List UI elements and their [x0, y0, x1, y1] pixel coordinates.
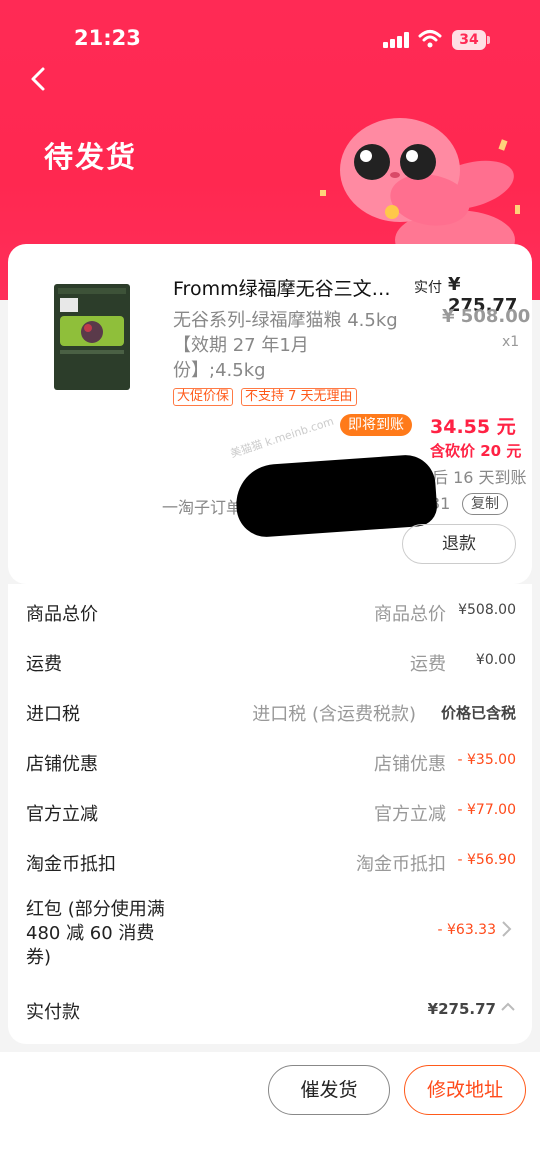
refund-button[interactable]: 退款 — [402, 524, 516, 564]
order-number-label: 一淘子订单 — [162, 498, 243, 517]
red-packet-label: 红包 (部分使用满 480 减 60 消费券) — [26, 899, 165, 968]
fee-value: ¥0.00 — [475, 652, 516, 668]
cut-price: 含砍价 20 元 — [430, 442, 522, 460]
total-value: ¥275.77 — [427, 1000, 496, 1018]
wifi-icon — [418, 30, 442, 48]
original-price: ¥ 508.00 — [442, 306, 531, 327]
mascot-illustration — [320, 118, 520, 260]
fee-desc: 商品总价 — [374, 604, 446, 625]
chevron-right-icon[interactable] — [500, 920, 512, 938]
chevron-up-icon[interactable] — [500, 1002, 516, 1012]
page-title: 待发货 — [44, 140, 138, 174]
product-image[interactable] — [52, 282, 132, 392]
fee-value: ¥508.00 — [458, 602, 516, 618]
tag-price-protect: 大促价保 — [173, 388, 234, 406]
total-label: 实付款 — [26, 1002, 80, 1023]
tag-no-return: 不支持 7 天无理由 — [241, 388, 357, 406]
fee-desc: 店铺优惠 — [374, 754, 446, 775]
product-spec: 无谷系列-绿福摩猫粮 4.5kg【效期 27 年1月份】;4.5kg — [173, 310, 398, 381]
fee-desc: 运费 — [410, 654, 446, 675]
fees-card: 商品总价 商品总价 ¥508.00 运费 运费 ¥0.00 进口税 进口税 (含… — [8, 584, 532, 1044]
redaction-block — [233, 453, 439, 539]
arrival-days: 后 16 天到账 — [432, 468, 527, 487]
fee-value: - ¥77.00 — [457, 802, 517, 818]
battery-icon: 34 — [452, 30, 486, 50]
fee-row-goods-total: 商品总价 商品总价 ¥508.00 — [26, 598, 516, 628]
fee-label: 商品总价 — [26, 604, 98, 625]
arrival-badge: 即将到账 — [340, 414, 412, 436]
fee-label: 店铺优惠 — [26, 754, 98, 775]
bottom-action-bar: 催发货 修改地址 — [0, 1052, 540, 1173]
fee-desc: 进口税 (含运费税款) — [252, 704, 416, 725]
fee-desc: 淘金币抵扣 — [356, 854, 446, 875]
fee-value: 价格已含税 — [440, 704, 516, 722]
fee-label: 淘金币抵扣 — [26, 854, 116, 875]
arrival-amount: 34.55 元 — [430, 416, 516, 438]
fee-desc: 官方立减 — [374, 804, 446, 825]
change-address-button[interactable]: 修改地址 — [404, 1065, 526, 1115]
fee-label: 运费 — [26, 654, 62, 675]
watermark: 美猫猫 k.meinb.com — [228, 414, 336, 461]
fee-row-shipping: 运费 运费 ¥0.00 — [26, 648, 516, 678]
back-arrow-icon[interactable] — [26, 66, 52, 92]
urge-shipment-button[interactable]: 催发货 — [268, 1065, 390, 1115]
fee-row-coin-deduction: 淘金币抵扣 淘金币抵扣 - ¥56.90 — [26, 848, 516, 878]
fee-label: 进口税 — [26, 704, 80, 725]
status-time: 21:23 — [74, 26, 141, 50]
total-row[interactable]: 实付款 ¥275.77 — [26, 996, 516, 1026]
signal-icon — [383, 32, 411, 48]
fee-value: - ¥56.90 — [457, 852, 517, 868]
status-bar: 21:23 34 — [0, 22, 540, 58]
fee-row-shop-discount: 店铺优惠 店铺优惠 - ¥35.00 — [26, 748, 516, 778]
copy-button[interactable]: 复制 — [462, 493, 508, 515]
battery-nub — [487, 36, 490, 44]
quantity: x1 — [502, 334, 520, 350]
fee-value: - ¥35.00 — [457, 752, 517, 768]
product-card: Fromm绿福摩无谷三文… 无谷系列-绿福摩猫粮 4.5kg【效期 27 年1月… — [8, 244, 532, 584]
red-packet-value[interactable]: - ¥63.33 — [438, 922, 497, 938]
fee-row-official-discount: 官方立减 官方立减 - ¥77.00 — [26, 798, 516, 828]
product-title[interactable]: Fromm绿福摩无谷三文… — [173, 274, 408, 301]
paid-label: 实付 — [414, 280, 442, 296]
fee-row-import-tax: 进口税 进口税 (含运费税款) 价格已含税 — [26, 698, 516, 728]
fee-label: 官方立减 — [26, 804, 98, 825]
